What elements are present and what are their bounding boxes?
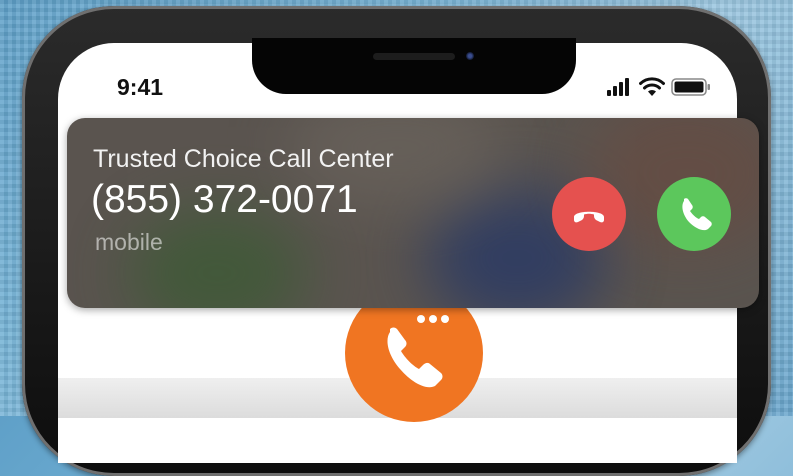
signal-icon — [607, 78, 629, 96]
incoming-call-banner[interactable]: Trusted Choice Call Center (855) 372-007… — [67, 118, 759, 308]
battery-icon — [671, 78, 710, 96]
status-bar-time: 9:41 — [117, 74, 164, 100]
banner-backdrop — [127, 208, 307, 308]
phone-icon — [682, 198, 712, 231]
phone-notch — [252, 38, 576, 94]
front-camera — [466, 52, 474, 60]
accept-call-button[interactable] — [657, 177, 731, 251]
caller-number-type: mobile — [95, 229, 163, 255]
wifi-icon — [639, 77, 665, 96]
status-bar-icons — [607, 76, 711, 98]
caller-name: Trusted Choice Call Center — [93, 145, 394, 173]
caller-phone-number: (855) 372-0071 — [91, 178, 358, 221]
phone-hangup-icon — [574, 211, 604, 223]
decline-call-button[interactable] — [552, 177, 626, 251]
speaker-grille — [373, 53, 455, 60]
